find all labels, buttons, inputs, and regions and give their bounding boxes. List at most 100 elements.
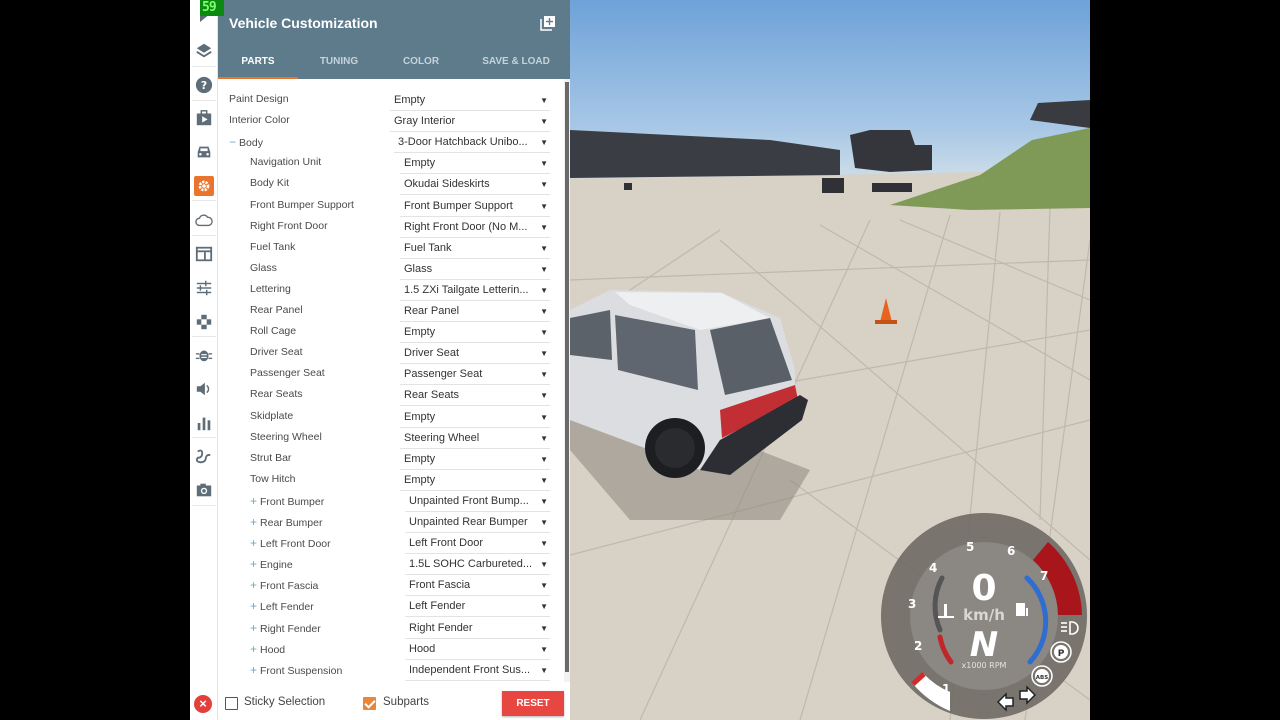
part-select[interactable]: Fuel Tank ▼ xyxy=(400,240,550,259)
part-label-text: Interior Color xyxy=(229,114,290,127)
tab-bar: PARTS TUNING COLOR SAVE & LOAD xyxy=(218,50,570,79)
part-select[interactable]: Empty ▼ xyxy=(400,324,550,344)
expand-icon[interactable]: + xyxy=(250,515,257,529)
part-row: + Left Fender Left Fender ▼ xyxy=(218,596,564,618)
part-label[interactable]: + Left Fender xyxy=(250,599,314,613)
layers-icon[interactable] xyxy=(194,40,214,60)
add-window-icon[interactable] xyxy=(540,15,556,31)
part-select[interactable]: Driver Seat ▼ xyxy=(400,345,550,365)
expand-icon[interactable]: + xyxy=(250,557,257,571)
subparts-checkbox[interactable] xyxy=(363,697,376,710)
expand-icon[interactable]: + xyxy=(250,536,257,550)
part-label[interactable]: + Right Fender xyxy=(250,621,321,635)
part-label[interactable]: + Hood xyxy=(250,642,285,656)
part-label-text: Paint Design xyxy=(229,93,289,105)
part-label[interactable]: + Rear Bumper xyxy=(250,515,322,529)
part-select[interactable]: Front Bumper Support ▼ xyxy=(400,198,550,217)
part-label: Rear Seats xyxy=(250,388,303,400)
part-label: Tow Hitch xyxy=(250,473,296,485)
dropdown-caret-icon: ▼ xyxy=(540,307,548,316)
expand-icon[interactable]: + xyxy=(250,663,257,677)
part-select[interactable]: Unpainted Rear Bumper ▼ xyxy=(405,514,550,533)
part-label: Roll Cage xyxy=(250,325,296,337)
tab-parts[interactable]: PARTS xyxy=(218,50,298,79)
part-select-value: Glass xyxy=(404,262,433,275)
part-select[interactable]: Empty ▼ xyxy=(400,451,550,470)
part-label-text: Skidplate xyxy=(250,409,294,422)
dropdown-caret-icon: ▼ xyxy=(540,644,548,654)
parts-scrollbar[interactable] xyxy=(564,79,570,682)
part-select[interactable]: Steering Wheel ▼ xyxy=(400,430,550,449)
part-select[interactable]: Empty ▼ xyxy=(390,92,550,111)
part-select[interactable]: Right Fender ▼ xyxy=(405,620,550,639)
sticky-selection-label[interactable]: Sticky Selection xyxy=(244,696,325,708)
parts-list: Paint Design Empty ▼ Interior Color Gray Int… xyxy=(218,79,564,682)
part-select[interactable]: Okudai Sideskirts ▼ xyxy=(400,176,550,196)
part-row: + Engine 1.5L SOHC Carbureted... ▼ xyxy=(218,554,564,576)
route-icon[interactable] xyxy=(194,446,214,466)
tab-tuning[interactable]: TUNING xyxy=(298,50,380,79)
expand-icon[interactable]: + xyxy=(250,621,257,635)
part-select[interactable]: Hood ▼ xyxy=(405,641,550,660)
part-select-value: Left Front Door xyxy=(409,537,483,550)
part-select[interactable]: Empty ▼ xyxy=(400,409,550,428)
part-select[interactable]: 1.5 ZXi Tailgate Letterin... ▼ xyxy=(400,282,550,301)
part-label-text: Steering Wheel xyxy=(250,430,322,443)
window-icon[interactable] xyxy=(194,244,214,264)
vehicle-icon[interactable] xyxy=(194,142,214,162)
expand-icon[interactable]: + xyxy=(250,578,257,592)
part-select[interactable]: Left Front Door ▼ xyxy=(405,535,550,555)
subparts-label[interactable]: Subparts xyxy=(383,696,429,708)
part-select[interactable]: Glass ▼ xyxy=(400,261,550,280)
part-select[interactable]: 1.5L SOHC Carbureted... ▼ xyxy=(405,556,550,576)
sticky-selection-checkbox[interactable] xyxy=(225,697,238,710)
part-select[interactable]: Unpainted Front Bump... ▼ xyxy=(405,493,550,512)
part-select[interactable]: Independent Front Sus... ▼ xyxy=(405,662,550,681)
collapse-icon[interactable]: − xyxy=(229,135,236,149)
camera-icon[interactable] xyxy=(194,480,214,500)
tab-save-load[interactable]: SAVE & LOAD xyxy=(462,50,570,79)
part-label[interactable]: + Front Bumper xyxy=(250,494,324,508)
dropdown-caret-icon: ▼ xyxy=(540,96,548,105)
part-label[interactable]: + Front Suspension xyxy=(250,663,342,677)
settings-sliders-icon[interactable] xyxy=(194,278,214,298)
part-select[interactable]: Gray Interior ▼ xyxy=(390,113,550,133)
part-select[interactable]: Front Fascia ▼ xyxy=(405,577,550,597)
part-select[interactable]: Passenger Seat ▼ xyxy=(400,366,550,386)
part-select[interactable]: Rear Panel ▼ xyxy=(400,303,550,322)
expand-icon[interactable]: + xyxy=(250,494,257,508)
reset-button[interactable]: RESET xyxy=(502,691,564,716)
expand-icon[interactable]: + xyxy=(250,599,257,613)
dropdown-caret-icon: ▼ xyxy=(540,412,548,422)
part-select[interactable]: 3-Door Hatchback Unibo... ▼ xyxy=(394,134,550,154)
part-label-text: Passenger Seat xyxy=(250,367,325,380)
vehicle-config-icon[interactable] xyxy=(194,176,214,196)
part-select[interactable]: Empty ▼ xyxy=(400,472,550,491)
part-label[interactable]: + Left Front Door xyxy=(250,536,331,550)
fps-counter: 59 xyxy=(200,0,224,16)
close-button[interactable]: × xyxy=(194,695,212,713)
scenario-icon[interactable] xyxy=(194,108,214,128)
part-select[interactable]: Empty ▼ xyxy=(400,155,550,175)
performance-chart-icon[interactable] xyxy=(194,413,214,433)
dropdown-caret-icon: ▼ xyxy=(540,264,548,274)
part-label[interactable]: + Front Fascia xyxy=(250,578,318,592)
part-label[interactable]: − Body xyxy=(229,135,263,149)
expand-icon[interactable]: + xyxy=(250,642,257,656)
audio-icon[interactable] xyxy=(194,379,214,399)
part-label-text: Front Fascia xyxy=(260,580,319,593)
scrollbar-thumb[interactable] xyxy=(565,82,569,672)
part-select[interactable]: Right Front Door (No M... ▼ xyxy=(400,219,550,238)
part-label: Lettering xyxy=(250,283,291,295)
tab-color[interactable]: COLOR xyxy=(380,50,462,79)
cloud-icon[interactable] xyxy=(194,210,214,230)
part-row: Rear Seats Rear Seats ▼ xyxy=(218,385,564,407)
part-label[interactable]: + Engine xyxy=(250,557,293,571)
part-select[interactable]: Left Fender ▼ xyxy=(405,598,550,618)
part-label-text: Body xyxy=(239,137,263,150)
part-label: Skidplate xyxy=(250,410,293,422)
debug-bug-icon[interactable] xyxy=(194,345,214,365)
part-select[interactable]: Rear Seats ▼ xyxy=(400,387,550,407)
controls-icon[interactable] xyxy=(194,312,214,332)
help-icon[interactable]: ? xyxy=(194,75,214,95)
